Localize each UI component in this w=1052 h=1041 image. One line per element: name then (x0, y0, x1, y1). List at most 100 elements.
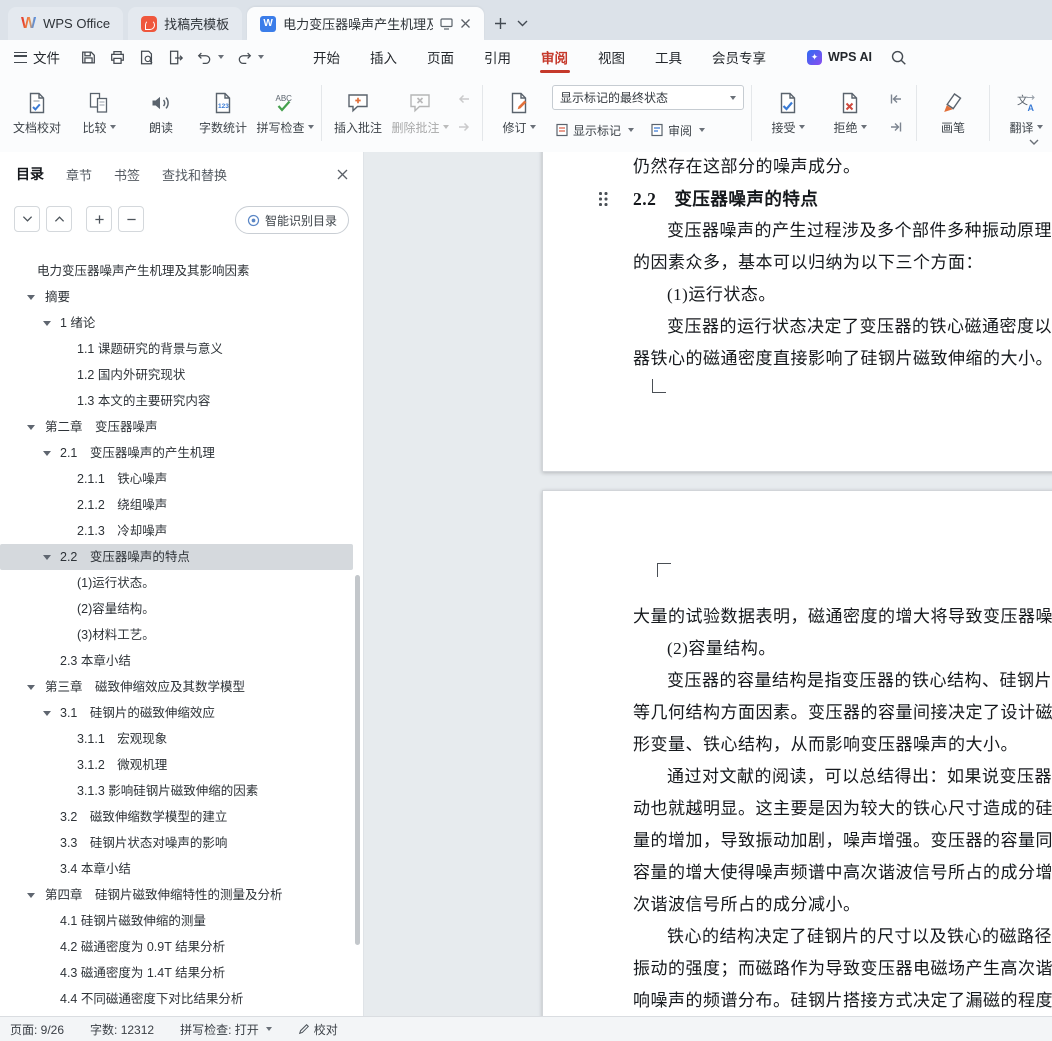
markup-state-select[interactable]: 显示标记的最终状态 (552, 85, 744, 110)
wps-ai-button[interactable]: WPS AI (807, 49, 872, 65)
menu-tab[interactable]: 引用 (469, 40, 526, 74)
zoom-out-icon[interactable] (118, 206, 144, 232)
toc-item[interactable]: 第三章 磁致伸缩效应及其数学模型 (0, 674, 353, 700)
tab-wps-home[interactable]: W WPS Office (8, 7, 124, 40)
previous-change-icon[interactable] (885, 89, 907, 109)
expand-arrow-icon[interactable] (43, 711, 51, 716)
export-icon[interactable] (167, 49, 184, 66)
file-menu-button[interactable]: 文件 (0, 40, 70, 74)
document-area[interactable]: 仍然存在这部分的噪声成分。 2.2 变压器噪声的特点 变压器噪声的产生过程涉及多… (364, 152, 1052, 1017)
toc-item[interactable]: 1.3 本文的主要研究内容 (0, 388, 353, 414)
menu-tab[interactable]: 视图 (583, 40, 640, 74)
toc-item[interactable]: 2.2 变压器噪声的特点 (0, 544, 353, 570)
word-count-button[interactable]: 123 字数统计 (192, 80, 254, 146)
toc-item[interactable]: 3.1 硅钢片的磁致伸缩效应 (0, 700, 353, 726)
reject-button[interactable]: 拒绝 (819, 80, 881, 146)
toc-item[interactable]: 电力变压器噪声产生机理及其影响因素 (0, 258, 353, 284)
smart-recognize-toc-button[interactable]: 智能识别目录 (234, 206, 349, 234)
undo-icon[interactable] (196, 49, 224, 66)
menu-tab[interactable]: 插入 (355, 40, 412, 74)
toc-item[interactable]: 4.3 磁通密度为 1.4T 结果分析 (0, 960, 353, 986)
save-icon[interactable] (80, 49, 97, 66)
tab-active-document[interactable]: W 电力变压器噪声产生机理及其 (247, 7, 485, 40)
expand-arrow-icon[interactable] (43, 451, 51, 456)
undo-dropdown-caret[interactable] (218, 55, 224, 59)
next-comment-icon[interactable] (453, 117, 475, 137)
expand-arrow-icon[interactable] (43, 555, 51, 560)
toc-item[interactable]: 3.1.1 宏观现象 (0, 726, 353, 752)
toc-item[interactable]: 2.1 变压器噪声的产生机理 (0, 440, 353, 466)
collapse-ribbon-icon[interactable] (1028, 138, 1040, 147)
collapse-all-icon[interactable] (14, 206, 40, 232)
document-page-9[interactable]: 仍然存在这部分的噪声成分。 2.2 变压器噪声的特点 变压器噪声的产生过程涉及多… (542, 152, 1052, 472)
toc-item[interactable]: 第四章 硅钢片磁致伸缩特性的测量及分析 (0, 882, 353, 908)
redo-icon[interactable] (236, 49, 264, 66)
toc-item[interactable]: 第二章 变压器噪声 (0, 414, 353, 440)
new-tab-icon[interactable] (494, 17, 507, 30)
accept-button[interactable]: 接受 (757, 80, 819, 146)
menu-tab[interactable]: 开始 (298, 40, 355, 74)
redo-dropdown-caret[interactable] (258, 55, 264, 59)
expand-arrow-icon[interactable] (27, 893, 35, 898)
toc-item[interactable]: 3.4 本章小结 (0, 856, 353, 882)
doc-proof-button[interactable]: 文档校对 (6, 80, 68, 146)
toc-item[interactable]: 3.1.2 微观机理 (0, 752, 353, 778)
search-icon[interactable] (890, 49, 907, 66)
toc-item[interactable]: 1 绪论 (0, 310, 353, 336)
spell-check-toggle[interactable]: 拼写检查: 打开 (180, 1021, 272, 1038)
next-change-icon[interactable] (885, 117, 907, 137)
proofread-button[interactable]: 校对 (298, 1021, 338, 1038)
print-icon[interactable] (109, 49, 126, 66)
expand-arrow-icon[interactable] (27, 425, 35, 430)
toc-item[interactable]: 2.1.2 绕组噪声 (0, 492, 353, 518)
toc-item[interactable]: 2.3 本章小结 (0, 648, 353, 674)
spell-check-button[interactable]: ABC 拼写检查 (254, 80, 316, 146)
screen-share-icon[interactable] (440, 17, 453, 30)
expand-arrow-icon[interactable] (27, 295, 35, 300)
toc-item[interactable]: 3.1.3 影响硅钢片磁致伸缩的因素 (0, 778, 353, 804)
translate-button[interactable]: 文A 翻译 (995, 80, 1052, 146)
toc-item[interactable]: 4.4 不同磁通密度下对比结果分析 (0, 986, 353, 1012)
toc-scrollbar-thumb[interactable] (355, 575, 360, 945)
expand-arrow-icon[interactable] (27, 685, 35, 690)
review-pane-button[interactable]: 审阅 (647, 119, 708, 141)
word-count-indicator[interactable]: 字数: 12312 (90, 1021, 154, 1038)
drag-handle-icon[interactable] (599, 192, 609, 207)
toc-item[interactable]: 摘要 (0, 284, 353, 310)
toc-item[interactable]: 2.1.3 冷却噪声 (0, 518, 353, 544)
print-preview-icon[interactable] (138, 49, 155, 66)
compare-button[interactable]: 比较 (68, 80, 130, 146)
sidebar-tab[interactable]: 目录 (16, 164, 44, 184)
menu-tab[interactable]: 审阅 (526, 40, 583, 74)
toc-item[interactable]: 1.1 课题研究的背景与意义 (0, 336, 353, 362)
toc-item[interactable]: (2)容量结构。 (0, 596, 353, 622)
page-indicator[interactable]: 页面: 9/26 (10, 1021, 64, 1038)
menu-tab[interactable]: 工具 (640, 40, 697, 74)
toc-item[interactable]: 2.1.1 铁心噪声 (0, 466, 353, 492)
sidebar-tab[interactable]: 书签 (114, 165, 140, 184)
show-markup-button[interactable]: 显示标记 (552, 119, 637, 141)
zoom-in-icon[interactable] (86, 206, 112, 232)
ink-brush-button[interactable]: 画笔 (922, 80, 984, 146)
toc-item[interactable]: 3.2 磁致伸缩数学模型的建立 (0, 804, 353, 830)
toc-item[interactable]: (3)材料工艺。 (0, 622, 353, 648)
toc-item[interactable]: 4.1 硅钢片磁致伸缩的测量 (0, 908, 353, 934)
sidebar-tab[interactable]: 章节 (66, 165, 92, 184)
close-sidebar-icon[interactable] (336, 168, 349, 181)
read-aloud-button[interactable]: 朗读 (130, 80, 192, 146)
insert-comment-button[interactable]: 插入批注 (327, 80, 389, 146)
previous-comment-icon[interactable] (453, 89, 475, 109)
track-changes-button[interactable]: 修订 (488, 80, 550, 146)
tab-docer-template[interactable]: 找稿壳模板 (128, 7, 243, 40)
expand-all-icon[interactable] (46, 206, 72, 232)
sidebar-tab[interactable]: 查找和替换 (162, 165, 227, 184)
toc-item[interactable]: 4.2 磁通密度为 0.9T 结果分析 (0, 934, 353, 960)
toc-item[interactable]: (1)运行状态。 (0, 570, 353, 596)
menu-tab[interactable]: 会员专享 (697, 40, 781, 74)
expand-arrow-icon[interactable] (43, 321, 51, 326)
document-page-10[interactable]: 大量的试验数据表明，磁通密度的增大将导致变压器噪声 (2)容量结构。 变压器的容… (542, 490, 1052, 1017)
tab-list-chevron-icon[interactable] (517, 20, 528, 27)
delete-comment-button[interactable]: 删除批注 (389, 80, 451, 146)
menu-tab[interactable]: 页面 (412, 40, 469, 74)
close-tab-icon[interactable] (460, 18, 471, 29)
